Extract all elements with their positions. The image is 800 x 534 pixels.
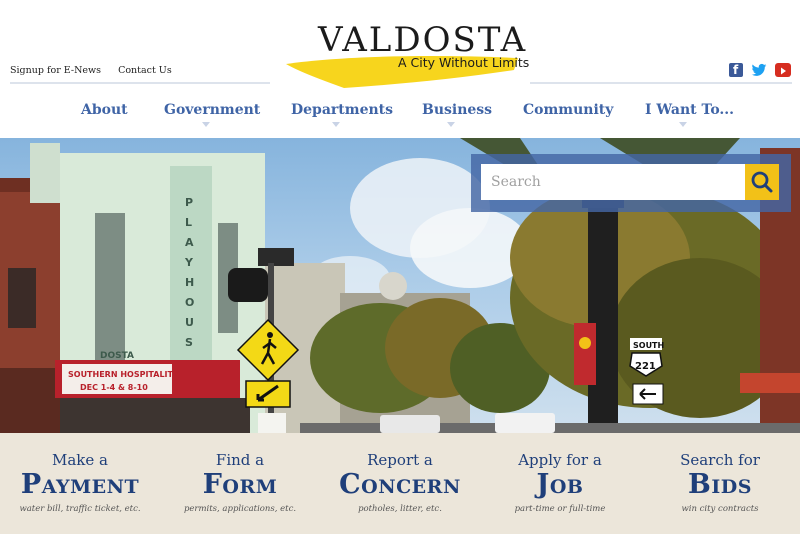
svg-text:O: O (185, 296, 194, 309)
nav-item-label: Community (523, 102, 614, 118)
nav-item-label: I Want To... (645, 102, 735, 118)
svg-text:H: H (185, 276, 194, 289)
svg-text:A: A (185, 236, 194, 249)
main-nav: About Government Departments Business Co… (0, 102, 800, 132)
nav-item-label: Business (422, 102, 493, 118)
chevron-down-icon (202, 122, 210, 127)
site-header: Signup for E-News Contact Us VALDOSTA A … (0, 0, 800, 138)
quick-links: Make a Payment water bill, traffic ticke… (0, 433, 800, 534)
nav-item-community[interactable]: Community (523, 102, 613, 118)
svg-text:S: S (185, 336, 193, 349)
utility-links: Signup for E-News Contact Us (10, 65, 186, 76)
card-top: Make a (52, 451, 108, 469)
card-top: Find a (215, 451, 265, 469)
nav-item-business[interactable]: Business (422, 102, 493, 127)
card-bids[interactable]: Search for Bids win city contracts (640, 433, 800, 534)
nav-item-label: About (81, 102, 128, 118)
nav-item-label: Departments (291, 102, 393, 118)
card-top: Report a (367, 451, 433, 469)
card-title: Form (202, 469, 278, 500)
signup-enews-link[interactable]: Signup for E-News (10, 65, 101, 76)
twitter-icon[interactable] (751, 62, 767, 76)
card-job[interactable]: Apply for a Job part-time or full-time (480, 433, 640, 534)
card-title: Bids (688, 469, 752, 500)
nav-item-departments[interactable]: Departments (291, 102, 393, 127)
hero-image: P L A Y H O U S SOUTHERN HOSPITALITY DEC… (0, 138, 800, 433)
card-title: Job (536, 469, 584, 500)
playhouse-sign: P (185, 196, 193, 209)
card-title: Concern (339, 469, 461, 500)
route-sign-number: 221 (635, 361, 656, 372)
card-concern[interactable]: Report a Concern potholes, litter, etc. (320, 433, 480, 534)
header-divider-left (10, 82, 270, 84)
card-title: Payment (20, 469, 140, 500)
search-button[interactable] (745, 164, 779, 200)
chevron-down-icon (679, 122, 687, 127)
search-input[interactable] (481, 164, 746, 200)
card-subtitle: water bill, traffic ticket, etc. (19, 504, 141, 514)
nav-item-about[interactable]: About (81, 102, 128, 118)
marquee-line2: DEC 1-4 & 8-10 (80, 383, 148, 392)
logo-tagline: A City Without Limits (398, 55, 530, 70)
card-subtitle: potholes, litter, etc. (358, 504, 442, 514)
youtube-icon[interactable] (775, 63, 791, 77)
card-subtitle: win city contracts (681, 504, 759, 514)
contact-us-link[interactable]: Contact Us (118, 65, 172, 76)
card-subtitle: permits, applications, etc. (183, 504, 297, 514)
card-top: Apply for a (518, 451, 602, 469)
marquee-line1: SOUTHERN HOSPITALITY (68, 370, 179, 379)
card-subtitle: part-time or full-time (514, 504, 606, 514)
card-top: Search for (680, 451, 760, 469)
site-logo[interactable]: VALDOSTA A City Without Limits (282, 20, 529, 90)
svg-text:U: U (185, 316, 194, 329)
chevron-down-icon (332, 122, 340, 127)
route-sign-top: SOUTH (633, 341, 664, 350)
facebook-icon[interactable]: f (729, 63, 743, 77)
nav-item-i-want-to[interactable]: I Want To... (645, 102, 735, 127)
card-payment[interactable]: Make a Payment water bill, traffic ticke… (0, 433, 160, 534)
card-form[interactable]: Find a Form permits, applications, etc. (160, 433, 320, 534)
chevron-down-icon (447, 122, 455, 127)
svg-text:Y: Y (184, 256, 194, 269)
search-icon (751, 171, 773, 193)
nav-item-label: Government (164, 102, 261, 118)
header-divider-right (530, 82, 792, 84)
nav-item-government[interactable]: Government (164, 102, 261, 127)
svg-text:L: L (185, 216, 192, 229)
theater-name: DOSTA (100, 351, 134, 361)
